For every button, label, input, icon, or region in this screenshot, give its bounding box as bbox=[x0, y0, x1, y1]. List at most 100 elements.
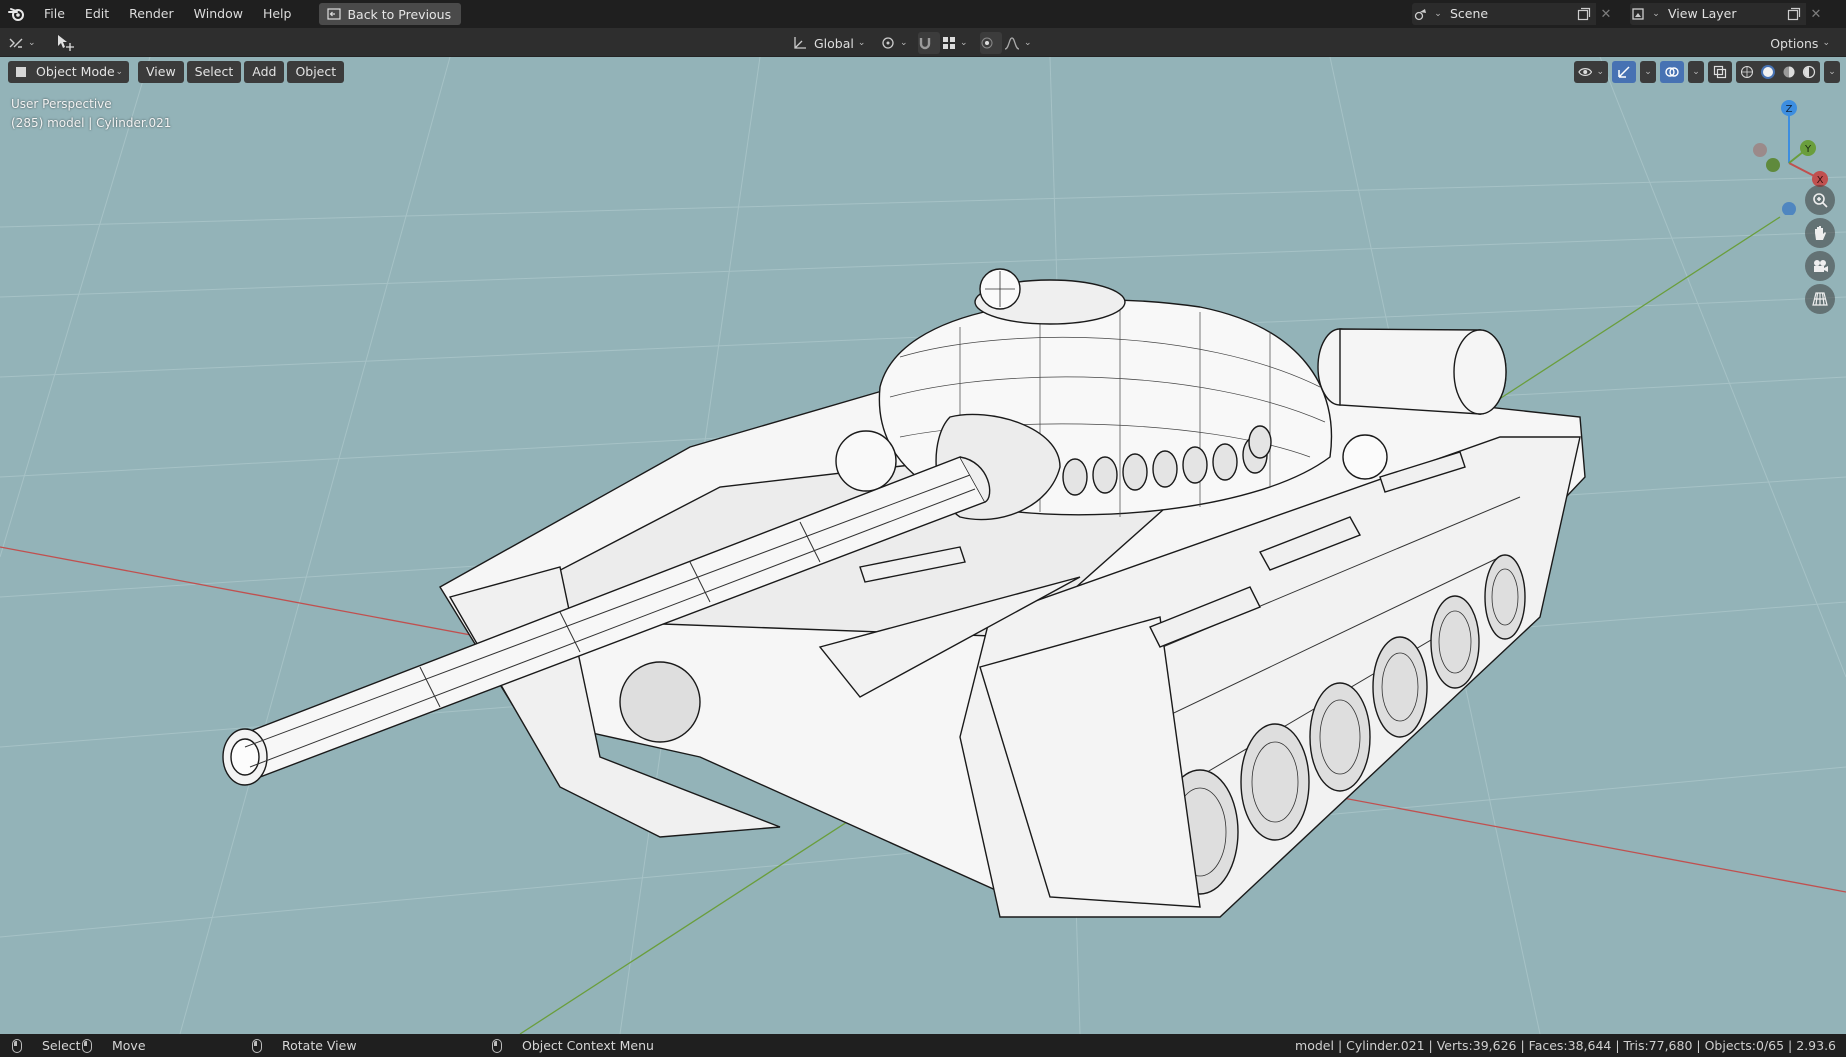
material-preview-icon[interactable] bbox=[1782, 65, 1796, 79]
chevron-down-icon: ⌄ bbox=[857, 38, 866, 48]
gizmo-icon bbox=[1618, 66, 1630, 78]
gizmo-toggle[interactable] bbox=[1612, 61, 1636, 83]
snap-grid-icon bbox=[943, 37, 955, 49]
proportional-falloff-dropdown[interactable]: ⌄ bbox=[1004, 32, 1036, 54]
solid-shading-icon[interactable] bbox=[1760, 64, 1776, 80]
status-bar: Select Move Rotate View Object Context M… bbox=[0, 1034, 1846, 1057]
falloff-curve-icon bbox=[1004, 37, 1020, 50]
object-mode-dropdown[interactable]: Object Mode ⌄ bbox=[8, 61, 129, 83]
view-layer-icon bbox=[1632, 8, 1644, 20]
menu-window[interactable]: Window bbox=[184, 0, 253, 28]
magnet-icon bbox=[919, 38, 931, 50]
pivot-point-icon bbox=[882, 37, 894, 49]
eye-icon bbox=[1578, 68, 1593, 76]
status-move-label: Move bbox=[112, 1038, 146, 1053]
gizmo-y-label: Y bbox=[1804, 144, 1812, 155]
rendered-shading-icon[interactable] bbox=[1802, 65, 1816, 79]
duplicate-icon bbox=[1577, 7, 1591, 21]
viewport-shading-tools: ⌄ ⌄ ⌄ ⌄ bbox=[1574, 61, 1840, 83]
mouse-middle-icon bbox=[252, 1038, 262, 1053]
perspective-toggle-button[interactable] bbox=[1805, 284, 1835, 314]
scene-name-field[interactable]: Scene bbox=[1444, 3, 1572, 25]
grid-perspective-icon bbox=[1812, 292, 1828, 306]
select-cursor-icon bbox=[58, 35, 74, 51]
chevron-down-icon: ⌄ bbox=[900, 38, 908, 48]
editor-type-icon bbox=[9, 38, 23, 48]
chevron-down-icon: ⌄ bbox=[1828, 67, 1836, 77]
new-scene-button[interactable] bbox=[1572, 3, 1596, 25]
perspective-label: User Perspective bbox=[11, 97, 112, 111]
viewport-toolbar: ⌄ Global ⌄ ⌄ ⌄ ⌄ Options ⌄ bbox=[0, 28, 1846, 57]
neg-x-axis-icon[interactable] bbox=[1753, 143, 1767, 157]
viewport-header-menus: Object Mode ⌄ View Select Add Object bbox=[8, 61, 345, 83]
chevron-down-icon: ⌄ bbox=[28, 38, 36, 48]
status-move: Move bbox=[82, 1038, 146, 1053]
editor-type-button[interactable]: ⌄ bbox=[8, 32, 42, 54]
zoom-view-button[interactable] bbox=[1805, 185, 1835, 215]
blender-logo-icon[interactable] bbox=[0, 0, 34, 28]
tank-model bbox=[222, 268, 1586, 918]
overlays-dropdown[interactable]: ⌄ bbox=[1688, 61, 1704, 83]
duplicate-icon bbox=[1787, 7, 1801, 21]
view-layer-name-field[interactable]: View Layer bbox=[1662, 3, 1782, 25]
chevron-down-icon: ⌄ bbox=[1652, 9, 1660, 19]
menu-render[interactable]: Render bbox=[119, 0, 184, 28]
shading-dropdown[interactable]: ⌄ bbox=[1824, 61, 1840, 83]
camera-view-button[interactable] bbox=[1805, 251, 1835, 281]
mouse-left-icon bbox=[12, 1038, 22, 1053]
view-layer-browse-button[interactable]: ⌄ bbox=[1630, 3, 1662, 25]
transform-orientation-label: Global bbox=[814, 35, 854, 51]
xray-toggle[interactable] bbox=[1708, 61, 1732, 83]
new-view-layer-button[interactable] bbox=[1782, 3, 1806, 25]
close-scene-icon[interactable]: ✕ bbox=[1596, 3, 1616, 25]
3d-viewport[interactable]: Object Mode ⌄ View Select Add Object Use… bbox=[0, 57, 1846, 1034]
options-label: Options bbox=[1770, 35, 1819, 51]
status-context-menu: Object Context Menu bbox=[492, 1038, 654, 1053]
close-view-layer-icon[interactable]: ✕ bbox=[1806, 3, 1826, 25]
menu-help[interactable]: Help bbox=[253, 0, 302, 28]
back-to-previous-button[interactable]: Back to Previous bbox=[319, 3, 462, 25]
scene-statistics: model | Cylinder.021 | Verts:39,626 | Fa… bbox=[1295, 1038, 1836, 1053]
chevron-down-icon: ⌄ bbox=[1644, 67, 1652, 77]
transform-orientation-dropdown[interactable]: Global ⌄ bbox=[788, 32, 872, 54]
view-menu[interactable]: View bbox=[138, 61, 184, 83]
proportional-edit-icon bbox=[981, 37, 993, 49]
proportional-editing-toggle[interactable] bbox=[980, 32, 1002, 54]
gizmo-z-label: Z bbox=[1786, 104, 1793, 115]
menu-file[interactable]: File bbox=[34, 0, 75, 28]
pan-view-button[interactable] bbox=[1805, 218, 1835, 248]
tool-cursor-button[interactable] bbox=[56, 32, 82, 54]
screen-back-icon bbox=[327, 8, 342, 20]
select-menu[interactable]: Select bbox=[186, 61, 242, 83]
chevron-down-icon: ⌄ bbox=[1692, 67, 1700, 77]
overlays-toggle[interactable] bbox=[1660, 61, 1684, 83]
zoom-icon bbox=[1813, 193, 1828, 208]
orientation-axes-icon bbox=[794, 37, 806, 49]
wireframe-shading-icon[interactable] bbox=[1740, 65, 1754, 79]
snap-toggle[interactable] bbox=[918, 32, 940, 54]
viewport-scene bbox=[0, 57, 1846, 1034]
neg-z-axis-icon[interactable] bbox=[1782, 202, 1796, 215]
camera-icon bbox=[1814, 260, 1828, 272]
menu-edit[interactable]: Edit bbox=[75, 0, 119, 28]
gizmo-dropdown[interactable]: ⌄ bbox=[1640, 61, 1656, 83]
hand-icon bbox=[1815, 226, 1826, 240]
viewport-info-overlay: User Perspective (285) model | Cylinder.… bbox=[11, 95, 171, 133]
chevron-down-icon: ⌄ bbox=[960, 38, 968, 48]
options-dropdown[interactable]: Options ⌄ bbox=[1762, 32, 1838, 54]
add-menu[interactable]: Add bbox=[244, 61, 285, 83]
pivot-point-dropdown[interactable]: ⌄ bbox=[880, 32, 912, 54]
object-mode-label: Object Mode bbox=[36, 64, 115, 79]
snap-target-dropdown[interactable]: ⌄ bbox=[942, 32, 972, 54]
object-menu[interactable]: Object bbox=[287, 61, 345, 83]
scene-browse-button[interactable]: ⌄ bbox=[1412, 3, 1444, 25]
status-rotate: Rotate View bbox=[252, 1038, 357, 1053]
neg-y-axis-icon[interactable] bbox=[1766, 158, 1780, 172]
xray-icon bbox=[1713, 65, 1727, 79]
overlays-icon bbox=[1665, 67, 1679, 77]
visibility-dropdown[interactable]: ⌄ bbox=[1574, 61, 1608, 83]
top-menu-bar: File Edit Render Window Help Back to Pre… bbox=[0, 0, 1846, 28]
mouse-right-icon bbox=[492, 1038, 502, 1053]
chevron-down-icon: ⌄ bbox=[1434, 9, 1442, 19]
status-rotate-label: Rotate View bbox=[282, 1038, 357, 1053]
